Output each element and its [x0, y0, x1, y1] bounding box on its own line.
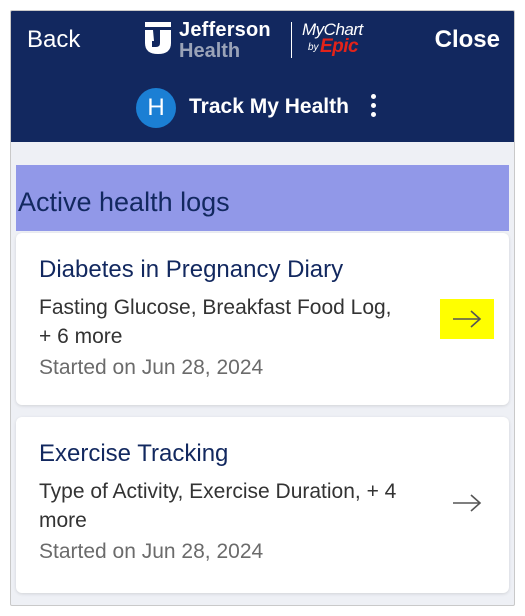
health-log-card[interactable]: Diabetes in Pregnancy Diary Fasting Gluc… — [16, 233, 509, 405]
brand-name-line1: Jefferson — [179, 19, 271, 41]
epic-wordmark: Epic — [320, 36, 359, 57]
open-log-button[interactable] — [440, 299, 494, 339]
arrow-right-icon — [453, 494, 482, 512]
close-button[interactable]: Close — [435, 26, 500, 54]
app-frame: Back Jefferson Health MyChart by Epic Cl… — [10, 10, 515, 606]
page-title: Track My Health — [189, 95, 349, 118]
log-title: Diabetes in Pregnancy Diary — [39, 256, 344, 283]
section-heading: Active health logs — [16, 165, 509, 231]
avatar[interactable]: H — [136, 88, 176, 128]
open-log-button[interactable] — [440, 483, 494, 523]
more-vertical-icon[interactable] — [368, 94, 378, 122]
brand-logo: Jefferson Health MyChart by Epic — [144, 18, 374, 62]
arrow-right-icon — [453, 310, 482, 328]
log-title: Exercise Tracking — [39, 440, 229, 467]
jefferson-logo-icon — [145, 22, 171, 54]
health-log-card[interactable]: Exercise Tracking Type of Activity, Exer… — [16, 417, 509, 593]
brand-divider — [291, 22, 292, 58]
section-heading-text: Active health logs — [18, 187, 230, 217]
back-button[interactable]: Back — [27, 26, 80, 54]
subheader: H Track My Health — [11, 85, 514, 135]
log-description: Fasting Glucose, Breakfast Food Log, + 6… — [39, 296, 392, 348]
brand-name-line2: Health — [179, 40, 241, 62]
log-start-date: Started on Jun 28, 2024 — [39, 540, 264, 563]
by-wordmark: by — [308, 42, 319, 53]
log-description: Type of Activity, Exercise Duration, + 4… — [39, 480, 397, 532]
app-header: Back Jefferson Health MyChart by Epic Cl… — [11, 11, 514, 142]
log-start-date: Started on Jun 28, 2024 — [39, 356, 264, 379]
